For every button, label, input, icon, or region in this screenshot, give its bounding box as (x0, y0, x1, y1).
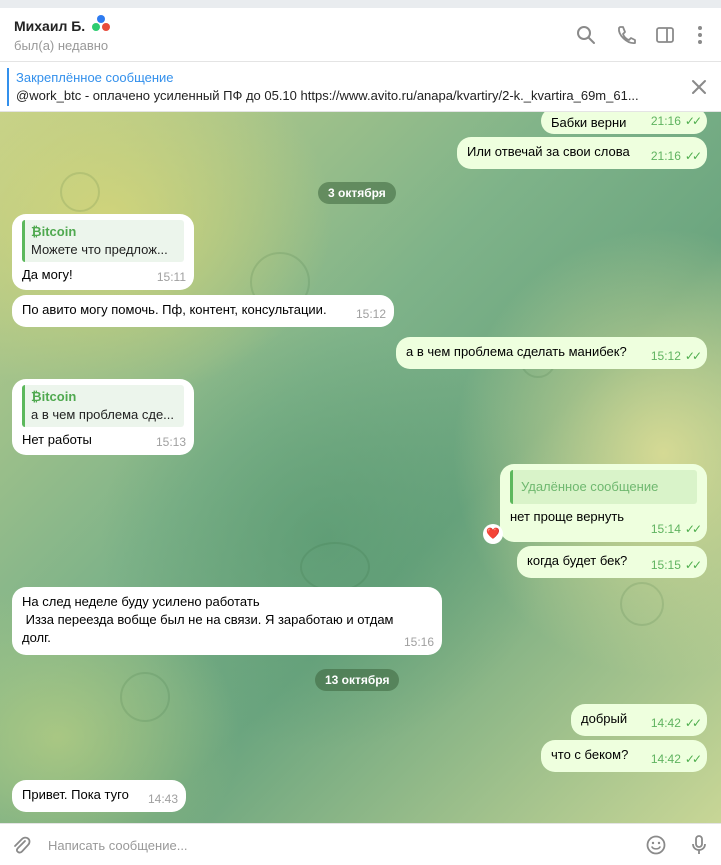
window-title-strip (0, 0, 721, 8)
status-emoji-icon (92, 15, 112, 33)
message-time: 15:11 (156, 270, 186, 284)
read-ticks-icon: ✓✓ (684, 558, 702, 572)
date-separator: 13 октября (315, 669, 400, 691)
reply-text: Удалённое сообщение (521, 479, 659, 494)
message-bubble-out[interactable]: когда будет бек? 15:15 ✓✓ (517, 546, 707, 578)
message-text: а в чем проблема сделать манибек? (406, 344, 627, 359)
message-text: Или отвечай за свои слова (467, 144, 630, 159)
message-bubble-out[interactable]: а в чем проблема сделать манибек? 15:12 ✓… (396, 337, 707, 369)
pinned-indicator (7, 68, 9, 106)
close-icon[interactable] (689, 77, 709, 97)
message-text: Да могу! (22, 267, 73, 282)
message-text: Бабки верни (551, 115, 627, 130)
message-bubble-in[interactable]: Привет. Пока туго 14:43 (12, 780, 186, 812)
message-time: 14:42 ✓✓ (650, 752, 702, 766)
microphone-icon[interactable] (688, 834, 710, 856)
more-icon[interactable] (689, 24, 711, 46)
emoji-icon[interactable] (645, 834, 667, 856)
message-time: 14:43 (147, 792, 178, 806)
message-bubble-out[interactable]: что с беком? 14:42 ✓✓ (541, 740, 707, 772)
message-text: что с беком? (551, 747, 629, 762)
pinned-message-bar[interactable]: Закреплённое сообщение @work_btc - оплач… (0, 62, 721, 112)
attach-icon[interactable] (10, 834, 32, 856)
date-separator: 3 октября (318, 182, 396, 204)
message-text: добрый (581, 711, 628, 726)
message-bubble-out[interactable]: Удалённое сообщение нет проще вернуть 15… (500, 464, 707, 542)
message-text: По авито могу помочь. Пф, контент, консу… (22, 302, 327, 317)
message-text: Нет работы (22, 432, 92, 447)
phone-icon[interactable] (615, 24, 637, 46)
contact-status: был(а) недавно (14, 38, 109, 53)
contact-name[interactable]: Михаил Б. (14, 18, 85, 34)
wallpaper-doodle (120, 672, 170, 722)
sidebar-toggle-icon[interactable] (654, 24, 676, 46)
message-time: 14:42 ✓✓ (650, 716, 702, 730)
message-text-line: Изза переезда вобще был не на связи. Я з… (22, 612, 394, 627)
message-time: 15:14 ✓✓ (650, 522, 702, 536)
reply-quote[interactable]: ₿itcoin а в чем проблема сде... (22, 385, 184, 427)
message-composer (0, 823, 721, 865)
read-ticks-icon: ✓✓ (684, 114, 702, 128)
chat-history[interactable]: Бабки верни 21:16 ✓✓ Или отвечай за свои … (0, 112, 721, 823)
message-time: 21:16 ✓✓ (650, 149, 702, 163)
message-bubble-in[interactable]: На след неделе буду усилено работать Изз… (12, 587, 442, 655)
message-input[interactable] (48, 835, 608, 855)
message-time: 15:16 (403, 635, 434, 649)
wallpaper-doodle (60, 172, 100, 212)
message-text: Привет. Пока туго (22, 787, 129, 802)
read-ticks-icon: ✓✓ (684, 522, 702, 536)
reply-quote[interactable]: ₿itcoin Можете что предлож... (22, 220, 184, 262)
reply-text: Можете что предлож... (31, 242, 168, 257)
message-bubble-out[interactable]: Или отвечай за свои слова 21:16 ✓✓ (457, 137, 707, 169)
message-text: нет проще вернуть (510, 509, 625, 524)
reply-text: а в чем проблема сде... (31, 407, 175, 422)
reply-quote[interactable]: Удалённое сообщение (510, 470, 697, 504)
message-text: когда будет бек? (527, 553, 628, 568)
message-time: 15:12 ✓✓ (650, 349, 702, 363)
message-bubble-out[interactable]: Бабки верни 21:16 ✓✓ (541, 112, 707, 134)
read-ticks-icon: ✓✓ (684, 149, 702, 163)
reaction-heart-icon[interactable]: ❤️ (483, 524, 503, 544)
message-text-line: На след неделе буду усилено работать (22, 594, 260, 609)
read-ticks-icon: ✓✓ (684, 752, 702, 766)
pinned-title: Закреплённое сообщение (16, 70, 174, 85)
message-bubble-out[interactable]: добрый 14:42 ✓✓ (571, 704, 707, 736)
chat-header: Михаил Б. был(а) недавно (0, 8, 721, 62)
message-bubble-in[interactable]: ₿itcoin а в чем проблема сде... Нет рабо… (12, 379, 194, 455)
message-time: 15:12 (355, 307, 386, 321)
read-ticks-icon: ✓✓ (684, 349, 702, 363)
read-ticks-icon: ✓✓ (684, 716, 702, 730)
message-time: 15:15 ✓✓ (650, 558, 702, 572)
message-time: 15:13 (155, 435, 186, 449)
message-bubble-in[interactable]: По авито могу помочь. Пф, контент, консу… (12, 295, 394, 327)
message-text-line: долг. (22, 630, 51, 645)
wallpaper-doodle (620, 582, 664, 626)
reply-author: ₿itcoin (31, 389, 77, 404)
reply-author: ₿itcoin (31, 224, 77, 239)
contact-name-row[interactable]: Михаил Б. (14, 15, 112, 34)
message-bubble-in[interactable]: ₿itcoin Можете что предлож... Да могу! 1… (12, 214, 194, 290)
pinned-text: @work_btc - оплачено усиленный ПФ до 05.… (16, 88, 639, 103)
wallpaper-doodle (300, 542, 370, 592)
message-time: 21:16 ✓✓ (650, 114, 702, 128)
search-icon[interactable] (575, 24, 597, 46)
